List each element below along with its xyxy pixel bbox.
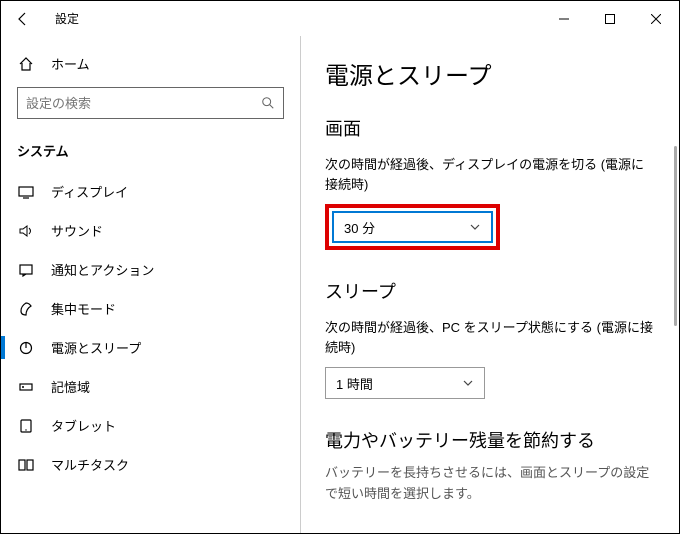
sidebar-item-label: タブレット	[51, 416, 116, 435]
home-link[interactable]: ホーム	[1, 44, 300, 83]
category-label: システム	[1, 129, 300, 172]
notifications-icon	[17, 261, 35, 279]
sidebar-item-tablet[interactable]: タブレット	[1, 406, 300, 445]
screen-off-label: 次の時間が経過後、ディスプレイの電源を切る (電源に接続時)	[325, 155, 655, 194]
sidebar-item-notifications[interactable]: 通知とアクション	[1, 250, 300, 289]
sidebar-item-display[interactable]: ディスプレイ	[1, 172, 300, 211]
sidebar-item-power-sleep[interactable]: 電源とスリープ	[1, 328, 300, 367]
sidebar-item-label: マルチタスク	[51, 455, 129, 474]
tablet-icon	[17, 417, 35, 435]
sidebar-item-sound[interactable]: サウンド	[1, 211, 300, 250]
chevron-down-icon	[469, 221, 481, 233]
sidebar-item-label: ディスプレイ	[51, 182, 128, 201]
titlebar: 設定	[1, 1, 679, 36]
page-title: 電源とスリープ	[325, 56, 655, 91]
sidebar-item-multitask[interactable]: マルチタスク	[1, 445, 300, 484]
home-label: ホーム	[51, 54, 90, 73]
sidebar-item-label: 集中モード	[51, 299, 116, 318]
search-icon	[261, 96, 275, 110]
power-save-help: バッテリーを長持ちさせるには、画面とスリープの設定で短い時間を選択します。	[325, 463, 655, 505]
minimize-button[interactable]	[541, 4, 587, 34]
home-icon	[17, 55, 35, 73]
scrollbar-thumb[interactable]	[674, 146, 677, 326]
close-button[interactable]	[633, 4, 679, 34]
focus-icon	[17, 300, 35, 318]
storage-icon	[17, 378, 35, 396]
multitask-icon	[17, 456, 35, 474]
window-title: 設定	[55, 10, 79, 27]
sidebar-item-label: 記憶域	[51, 377, 90, 396]
screen-off-value: 30 分	[344, 218, 375, 237]
sleep-dropdown[interactable]: 1 時間	[325, 367, 485, 399]
search-input[interactable]	[26, 96, 261, 111]
sidebar-item-label: サウンド	[51, 221, 103, 240]
sidebar: ホーム システム ディスプレイ	[1, 36, 301, 533]
sound-icon	[17, 222, 35, 240]
screen-section-title: 画面	[325, 115, 655, 141]
main-content: 電源とスリープ 画面 次の時間が経過後、ディスプレイの電源を切る (電源に接続時…	[301, 36, 679, 533]
chevron-down-icon	[462, 377, 474, 389]
screen-off-dropdown[interactable]: 30 分	[332, 211, 493, 243]
display-icon	[17, 183, 35, 201]
sidebar-item-label: 通知とアクション	[51, 260, 154, 279]
power-icon	[17, 339, 35, 357]
back-button[interactable]	[13, 9, 33, 29]
maximize-button[interactable]	[587, 4, 633, 34]
sleep-value: 1 時間	[336, 374, 373, 393]
power-save-section-title: 電力やバッテリー残量を節約する	[325, 427, 655, 453]
sidebar-item-focus[interactable]: 集中モード	[1, 289, 300, 328]
sleep-label: 次の時間が経過後、PC をスリープ状態にする (電源に接続時)	[325, 318, 655, 357]
sleep-section-title: スリープ	[325, 278, 655, 304]
search-box[interactable]	[17, 87, 284, 119]
sidebar-item-label: 電源とスリープ	[51, 338, 141, 357]
sidebar-item-storage[interactable]: 記憶域	[1, 367, 300, 406]
highlight-annotation: 30 分	[325, 204, 500, 250]
scrollbar[interactable]	[671, 36, 679, 533]
